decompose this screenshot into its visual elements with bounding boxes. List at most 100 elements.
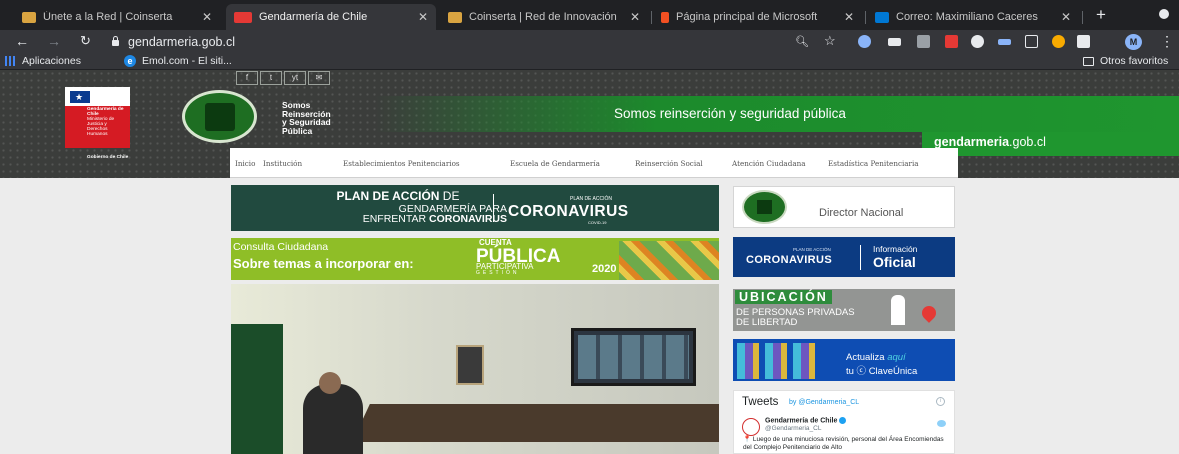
people-illustration [737, 343, 817, 379]
covid-coronavirus-label: CORONAVIRUS [746, 254, 833, 266]
tab-search-icon[interactable] [1159, 9, 1169, 19]
cast-extension-icon[interactable] [888, 38, 901, 46]
mail-icon[interactable]: ✉ [308, 71, 330, 85]
tab-title: Coinserta | Red de Innovación [469, 11, 617, 23]
pulse-extension-icon[interactable] [998, 39, 1011, 45]
account-avatar[interactable] [742, 418, 760, 436]
gendarmeria-favicon-icon [234, 11, 252, 23]
zoom-search-icon[interactable]: 🔍︎ [795, 35, 809, 48]
close-tab-icon[interactable]: ✕ [418, 10, 428, 24]
flag-red-block: Gendarmería de Chile Ministerio de Justi… [65, 106, 130, 160]
profile-avatar[interactable]: M [1125, 34, 1142, 50]
tab-separator [865, 11, 866, 24]
oficial-label: Oficial [873, 254, 916, 270]
tab-gendarmeria[interactable]: Gendarmería de Chile ✕ [226, 4, 436, 30]
news-photo[interactable] [231, 284, 719, 454]
url-text: gendarmeria.gob.cl [128, 35, 236, 49]
close-tab-icon[interactable]: ✕ [1061, 10, 1071, 24]
color-extension-icon[interactable] [1052, 35, 1065, 48]
informacion-oficial-card[interactable]: PLAN DE ACCIÓN CORONAVIRUS Información O… [733, 237, 955, 277]
tweets-by-link[interactable]: by @Gendarmeria_CL [789, 399, 859, 406]
gestion-label: GESTIÓN [476, 270, 520, 276]
location-pin-icon [919, 303, 939, 323]
apps-grid-icon [5, 56, 15, 66]
reader-extension-icon[interactable] [1025, 35, 1038, 48]
forward-icon[interactable]: → [47, 33, 61, 49]
nav-inicio[interactable]: Inicio [235, 159, 255, 168]
close-tab-icon[interactable]: ✕ [844, 10, 854, 24]
tagline-line: Pública [282, 125, 313, 136]
bookmark-other-favorites[interactable]: Otros favoritos [1083, 55, 1168, 67]
gendarmeria-emblem-logo[interactable] [182, 90, 257, 143]
domain-bold: gendarmeria [934, 135, 1010, 149]
consulta-ciudadana-banner[interactable]: Consulta Ciudadana Sobre temas a incorpo… [231, 238, 719, 280]
extension-icon[interactable] [971, 35, 984, 48]
site-header: f t yt ✉ ★ Gendarmería de Chile Minister… [0, 70, 1179, 178]
tab-title: Gendarmería de Chile [259, 11, 368, 23]
plan-covid-label: COVID-19 [588, 220, 607, 225]
ubicacion-subtitle: DE PERSONAS PRIVADAS DE LIBERTAD [736, 308, 855, 328]
plan-coronavirus-banner[interactable]: PLAN DE ACCIÓN DE GENDARMERÍA PARA ENFRE… [231, 185, 719, 231]
claveunica-card[interactable]: Actualiza aquí tu ⓒ ClaveÚnica [733, 339, 955, 381]
year-label: 2020 [592, 263, 617, 275]
tab-coinserta-red[interactable]: Únete a la Red | Coinserta ✕ [14, 4, 220, 30]
person-icon [891, 295, 905, 325]
covid-small-label: PLAN DE ACCIÓN [793, 247, 831, 252]
nav-reinsercion[interactable]: Reinserción Social [635, 159, 703, 168]
account-name[interactable]: Gendarmería de Chile [765, 417, 847, 424]
tab-separator [651, 11, 652, 24]
ubicacion-card[interactable]: UBICACIÓN DE PERSONAS PRIVADAS DE LIBERT… [733, 289, 955, 331]
bookmark-emol[interactable]: e Emol.com - El siti... [124, 55, 232, 67]
tab-microsoft[interactable]: Página principal de Microsoft ✕ [653, 4, 862, 30]
covid-divider [860, 245, 861, 270]
gobierno-de-chile-logo[interactable]: ★ Gendarmería de Chile Ministerio de Jus… [65, 87, 130, 160]
bookmark-star-icon[interactable]: ☆ [824, 33, 836, 49]
tweets-heading: Tweets [742, 396, 779, 408]
consulta-title: Consulta Ciudadana [233, 241, 329, 253]
twitter-timeline-widget: Tweets by @Gendarmeria_CL i Gendarmería … [733, 390, 955, 454]
plan-line3-bold: CORONAVIRUS [429, 213, 507, 225]
info-icon[interactable]: i [936, 397, 945, 406]
nav-establecimientos[interactable]: Establecimientos Penitenciarios [343, 159, 460, 168]
facebook-icon[interactable]: f [236, 71, 258, 85]
twitter-bird-icon[interactable] [937, 420, 946, 427]
twitter-icon[interactable]: t [260, 71, 282, 85]
clave-line2: tu ⓒ ClaveÚnica [846, 366, 918, 377]
nav-escuela[interactable]: Escuela de Gendarmería [510, 159, 600, 168]
close-tab-icon[interactable]: ✕ [202, 10, 212, 24]
photo-person-head [319, 372, 341, 394]
director-nacional-card[interactable]: Director Nacional [733, 186, 955, 228]
tab-coinserta-innovacion[interactable]: Coinserta | Red de Innovación ✕ [440, 4, 648, 30]
reload-icon[interactable]: ↻ [80, 33, 91, 49]
coinserta-favicon-icon [22, 11, 36, 23]
youtube-icon[interactable]: yt [284, 71, 306, 85]
browser-menu-icon[interactable]: ⋮ [1160, 33, 1174, 50]
puzzle-extensions-icon[interactable] [1077, 35, 1090, 48]
photo-portrait-frame [456, 345, 484, 385]
address-bar[interactable]: gendarmeria.gob.cl [112, 32, 882, 52]
pdf-extension-icon[interactable] [945, 35, 958, 48]
tab-outlook[interactable]: Correo: Maximiliano Caceres ✕ [867, 4, 1079, 30]
photo-flag [231, 324, 283, 454]
close-tab-icon[interactable]: ✕ [630, 10, 640, 24]
back-icon[interactable]: ← [15, 33, 29, 49]
browser-tab-strip: Únete a la Red | Coinserta ✕ Gendarmería… [0, 0, 1179, 30]
social-links: f t yt ✉ [236, 71, 330, 85]
bookmark-apps[interactable]: Aplicaciones [5, 55, 81, 67]
nav-estadistica[interactable]: Estadística Penitenciaria [828, 159, 919, 168]
nav-institucion[interactable]: Institución [263, 159, 302, 168]
plan-lines: GENDARMERÍA PARA ENFRENTAR CORONAVIRUS [291, 204, 507, 225]
coinserta-favicon-icon [448, 11, 462, 23]
new-tab-button[interactable]: + [1096, 5, 1106, 25]
plan-line3-rest: ENFRENTAR [362, 213, 430, 225]
plan-line1-rest: DE [439, 189, 460, 203]
bookmark-label: Otros favoritos [1100, 55, 1169, 67]
screenshot-extension-icon[interactable] [917, 35, 930, 48]
nav-atencion[interactable]: Atención Ciudadana [732, 159, 806, 168]
pocket-extension-icon[interactable] [858, 35, 871, 48]
account-handle[interactable]: @Gendarmeria_CL [765, 425, 821, 432]
people-illustration [619, 241, 719, 280]
tweet-text: 📍 Luego de una minuciosa revisión, perso… [743, 436, 944, 451]
plan-divider [493, 194, 494, 222]
shield-government: Gobierno de Chile [87, 155, 129, 160]
